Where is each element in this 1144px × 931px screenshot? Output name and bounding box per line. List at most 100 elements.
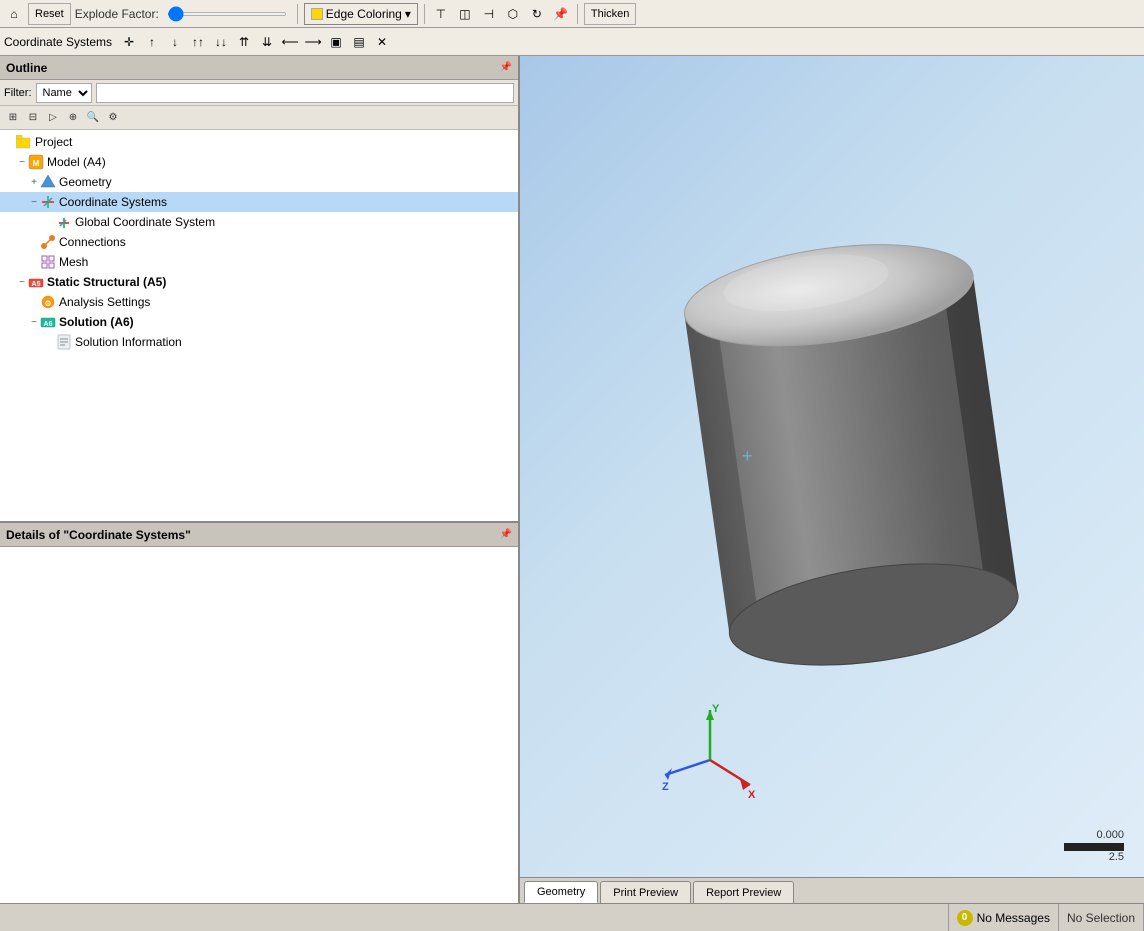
mini-icon-1[interactable]: ⊞ (4, 109, 22, 127)
tree-content: Project − M Model (A4) + Geometry (0, 130, 518, 521)
coord-icon-3[interactable]: ↓ (165, 32, 185, 52)
solution-icon: A6 (40, 314, 56, 330)
tab-print-label: Print Preview (613, 887, 678, 899)
tree-item-solution[interactable]: − A6 Solution (A6) (0, 312, 518, 332)
toggle-static: − (16, 277, 28, 288)
label-connections: Connections (59, 235, 126, 249)
details-section: Details of "Coordinate Systems" 📌 (0, 523, 518, 903)
mini-icon-6[interactable]: ⚙ (104, 109, 122, 127)
outline-title: Outline (6, 61, 47, 75)
outline-section: Outline 📌 Filter: Name ⊞ ⊟ ▷ ⊕ 🔍 ⚙ (0, 56, 518, 523)
explode-slider[interactable] (167, 12, 287, 16)
axes-svg: Z Y X (660, 700, 760, 800)
coord-icon-4[interactable]: ↑↑ (188, 32, 208, 52)
coord-systems-icon (40, 194, 56, 210)
pin-icon[interactable]: 📌 (551, 4, 571, 24)
label-project: Project (35, 135, 72, 149)
thicken-button[interactable]: Thicken (584, 3, 637, 25)
toggle-solution: − (28, 317, 40, 328)
toggle-model: − (16, 157, 28, 168)
label-geometry: Geometry (59, 175, 112, 189)
view-icon-5[interactable]: ↻ (527, 4, 547, 24)
coord-icon-2[interactable]: ↑ (142, 32, 162, 52)
coord-icon-11[interactable]: ▤ (349, 32, 369, 52)
tree-item-geometry[interactable]: + Geometry (0, 172, 518, 192)
tree-item-static[interactable]: − A5 Static Structural (A5) (0, 272, 518, 292)
scale-bar (1064, 843, 1124, 851)
view-icon-4[interactable]: ⬡ (503, 4, 523, 24)
sep2 (424, 4, 425, 24)
coord-icon-10[interactable]: ▣ (326, 32, 346, 52)
edge-coloring-arrow: ▾ (405, 7, 411, 21)
tree-item-connections[interactable]: Connections (0, 232, 518, 252)
analysis-icon: ⚙ (40, 294, 56, 310)
filter-select[interactable]: Name (36, 83, 92, 103)
tree-item-project[interactable]: Project (0, 132, 518, 152)
tree-item-global-coord[interactable]: Global Coordinate System (0, 212, 518, 232)
mini-icon-2[interactable]: ⊟ (24, 109, 42, 127)
connections-icon (40, 234, 56, 250)
svg-text:M: M (33, 159, 40, 168)
coord-toolbar: Coordinate Systems ✛ ↑ ↓ ↑↑ ↓↓ ⇈ ⇊ ⟵ ⟶ ▣… (0, 28, 1144, 56)
mini-icon-3[interactable]: ▷ (44, 109, 62, 127)
explode-label: Explode Factor: (75, 7, 159, 21)
svg-text:A5: A5 (32, 281, 41, 288)
view-icon-1[interactable]: ⊤ (431, 4, 451, 24)
scale-indicator: 0.000 2.5 (1064, 829, 1124, 863)
mesh-icon (40, 254, 56, 270)
label-static: Static Structural (A5) (47, 275, 166, 289)
details-pin[interactable]: 📌 (500, 529, 512, 540)
label-solution: Solution (A6) (59, 315, 134, 329)
view-icon-2[interactable]: ◫ (455, 4, 475, 24)
filter-label: Filter: (4, 87, 32, 99)
tab-print-preview[interactable]: Print Preview (600, 881, 691, 903)
edge-coloring-button[interactable]: Edge Coloring ▾ (304, 3, 418, 25)
label-coord-systems: Coordinate Systems (59, 195, 167, 209)
coord-icon-7[interactable]: ⇊ (257, 32, 277, 52)
tab-report-preview[interactable]: Report Preview (693, 881, 794, 903)
coord-toolbar-label: Coordinate Systems (4, 35, 112, 49)
tree-item-solution-info[interactable]: Solution Information (0, 332, 518, 352)
tab-geometry[interactable]: Geometry (524, 881, 598, 903)
sol-info-icon (56, 334, 72, 350)
geometry-icon (40, 174, 56, 190)
tree-item-model[interactable]: − M Model (A4) (0, 152, 518, 172)
tree-item-mesh[interactable]: Mesh (0, 252, 518, 272)
mini-icon-4[interactable]: ⊕ (64, 109, 82, 127)
label-analysis: Analysis Settings (59, 295, 150, 309)
coord-icon-8[interactable]: ⟵ (280, 32, 300, 52)
sep1 (297, 4, 298, 24)
folder-icon (16, 134, 32, 150)
svg-text:Y: Y (712, 703, 720, 715)
no-selection-label: No Selection (1067, 911, 1135, 925)
svg-text:⚙: ⚙ (44, 299, 51, 308)
coord-close[interactable]: ✕ (372, 32, 392, 52)
toolbar-home-icon[interactable]: ⌂ (4, 4, 24, 24)
filter-input[interactable] (96, 83, 515, 103)
sep3 (577, 4, 578, 24)
cylinder-container (640, 136, 1064, 783)
coord-icon-5[interactable]: ↓↓ (211, 32, 231, 52)
filter-bar: Filter: Name (0, 80, 518, 106)
status-messages: 0 No Messages (949, 904, 1059, 931)
model-icon: M (28, 154, 44, 170)
status-selection: No Selection (1059, 904, 1144, 931)
coord-icon-1[interactable]: ✛ (119, 32, 139, 52)
tab-report-label: Report Preview (706, 887, 781, 899)
svg-text:Z: Z (662, 781, 669, 793)
cylinder-3d (642, 200, 1062, 720)
tree-item-analysis[interactable]: ⚙ Analysis Settings (0, 292, 518, 312)
label-mesh: Mesh (59, 255, 88, 269)
viewport[interactable]: Z Y X + 0.000 2.5 Geometry (520, 56, 1144, 903)
msg-icon: 0 (957, 910, 973, 926)
outline-pin[interactable]: 📌 (500, 62, 512, 73)
coord-icon-9[interactable]: ⟶ (303, 32, 323, 52)
view-icon-3[interactable]: ⊣ (479, 4, 499, 24)
reset-button[interactable]: Reset (28, 3, 71, 25)
status-empty (0, 904, 949, 931)
mini-icon-5[interactable]: 🔍 (84, 109, 102, 127)
tree-item-coord-systems[interactable]: − Coordinate Systems (0, 192, 518, 212)
edge-coloring-label: Edge Coloring (326, 7, 402, 21)
scale-value-top: 0.000 (1064, 829, 1124, 841)
coord-icon-6[interactable]: ⇈ (234, 32, 254, 52)
